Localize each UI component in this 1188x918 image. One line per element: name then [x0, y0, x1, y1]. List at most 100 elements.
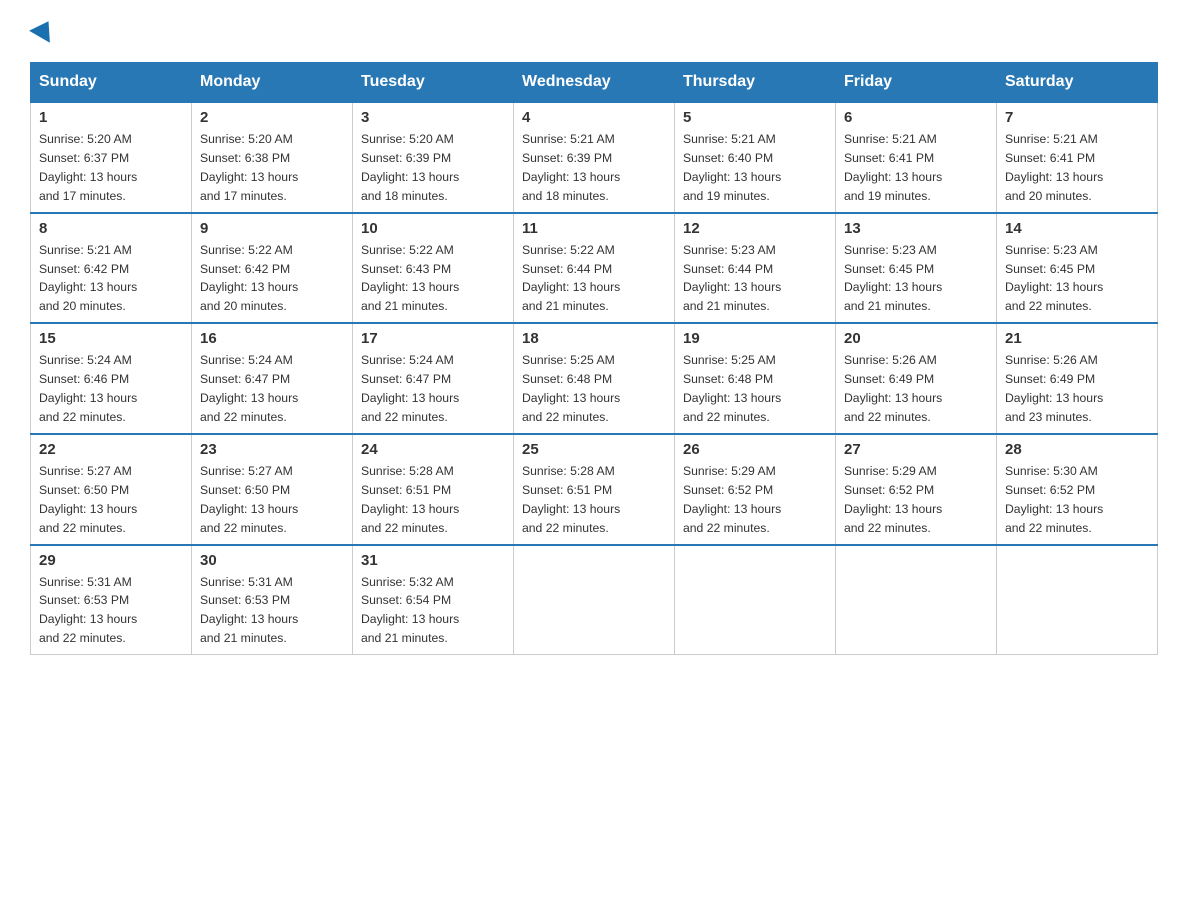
calendar-cell: 23 Sunrise: 5:27 AMSunset: 6:50 PMDayligh…: [192, 434, 353, 545]
calendar-cell: [514, 545, 675, 655]
day-number: 19: [683, 330, 827, 347]
calendar-cell: 20Sunrise: 5:26 AMSunset: 6:49 PMDayligh…: [836, 323, 997, 434]
cell-info: Sunrise: 5:24 AMSunset: 6:46 PMDaylight:…: [39, 351, 183, 427]
calendar-cell: 24 Sunrise: 5:28 AMSunset: 6:51 PMDayligh…: [353, 434, 514, 545]
day-number: 27: [844, 441, 988, 458]
weekday-header-thursday: Thursday: [675, 63, 836, 103]
calendar-cell: 27 Sunrise: 5:29 AMSunset: 6:52 PMDayligh…: [836, 434, 997, 545]
day-number: 30: [200, 552, 344, 569]
day-number: 9: [200, 220, 344, 237]
day-number: 7: [1005, 109, 1149, 126]
page-header: [30, 20, 1158, 42]
cell-info: Sunrise: 5:26 AMSunset: 6:49 PMDaylight:…: [844, 351, 988, 427]
cell-info: Sunrise: 5:21 AMSunset: 6:42 PMDaylight:…: [39, 241, 183, 317]
cell-info: Sunrise: 5:24 AMSunset: 6:47 PMDaylight:…: [361, 351, 505, 427]
calendar-cell: 26 Sunrise: 5:29 AMSunset: 6:52 PMDayligh…: [675, 434, 836, 545]
cell-info: Sunrise: 5:23 AMSunset: 6:44 PMDaylight:…: [683, 241, 827, 317]
day-number: 15: [39, 330, 183, 347]
day-number: 26: [683, 441, 827, 458]
calendar-cell: 10 Sunrise: 5:22 AMSunset: 6:43 PMDayligh…: [353, 213, 514, 324]
calendar-cell: 25 Sunrise: 5:28 AMSunset: 6:51 PMDayligh…: [514, 434, 675, 545]
calendar-cell: 17 Sunrise: 5:24 AMSunset: 6:47 PMDayligh…: [353, 323, 514, 434]
calendar-cell: 15 Sunrise: 5:24 AMSunset: 6:46 PMDayligh…: [31, 323, 192, 434]
weekday-header-wednesday: Wednesday: [514, 63, 675, 103]
logo: [30, 20, 56, 42]
day-number: 17: [361, 330, 505, 347]
cell-info: Sunrise: 5:27 AMSunset: 6:50 PMDaylight:…: [39, 462, 183, 538]
calendar-cell: 9 Sunrise: 5:22 AMSunset: 6:42 PMDaylight…: [192, 213, 353, 324]
day-number: 13: [844, 220, 988, 237]
cell-info: Sunrise: 5:21 AMSunset: 6:40 PMDaylight:…: [683, 130, 827, 206]
weekday-header-saturday: Saturday: [997, 63, 1158, 103]
cell-info: Sunrise: 5:21 AMSunset: 6:39 PMDaylight:…: [522, 130, 666, 206]
calendar-cell: 30 Sunrise: 5:31 AMSunset: 6:53 PMDayligh…: [192, 545, 353, 655]
cell-info: Sunrise: 5:21 AMSunset: 6:41 PMDaylight:…: [1005, 130, 1149, 206]
cell-info: Sunrise: 5:20 AMSunset: 6:38 PMDaylight:…: [200, 130, 344, 206]
calendar-cell: 28 Sunrise: 5:30 AMSunset: 6:52 PMDayligh…: [997, 434, 1158, 545]
day-number: 14: [1005, 220, 1149, 237]
calendar-cell: 31 Sunrise: 5:32 AMSunset: 6:54 PMDayligh…: [353, 545, 514, 655]
calendar-cell: 6 Sunrise: 5:21 AMSunset: 6:41 PMDaylight…: [836, 102, 997, 213]
day-number: 29: [39, 552, 183, 569]
day-number: 6: [844, 109, 988, 126]
day-number: 21: [1005, 330, 1149, 347]
calendar-cell: [997, 545, 1158, 655]
calendar-cell: 3 Sunrise: 5:20 AMSunset: 6:39 PMDaylight…: [353, 102, 514, 213]
cell-info: Sunrise: 5:22 AMSunset: 6:44 PMDaylight:…: [522, 241, 666, 317]
cell-info: Sunrise: 5:28 AMSunset: 6:51 PMDaylight:…: [522, 462, 666, 538]
calendar-cell: 14 Sunrise: 5:23 AMSunset: 6:45 PMDayligh…: [997, 213, 1158, 324]
calendar-week-row: 22Sunrise: 5:27 AMSunset: 6:50 PMDayligh…: [31, 434, 1158, 545]
weekday-header-tuesday: Tuesday: [353, 63, 514, 103]
day-number: 10: [361, 220, 505, 237]
day-number: 16: [200, 330, 344, 347]
cell-info: Sunrise: 5:29 AMSunset: 6:52 PMDaylight:…: [683, 462, 827, 538]
cell-info: Sunrise: 5:31 AMSunset: 6:53 PMDaylight:…: [39, 573, 183, 649]
day-number: 23: [200, 441, 344, 458]
day-number: 25: [522, 441, 666, 458]
cell-info: Sunrise: 5:29 AMSunset: 6:52 PMDaylight:…: [844, 462, 988, 538]
cell-info: Sunrise: 5:25 AMSunset: 6:48 PMDaylight:…: [683, 351, 827, 427]
calendar-cell: 21Sunrise: 5:26 AMSunset: 6:49 PMDayligh…: [997, 323, 1158, 434]
cell-info: Sunrise: 5:31 AMSunset: 6:53 PMDaylight:…: [200, 573, 344, 649]
cell-info: Sunrise: 5:22 AMSunset: 6:42 PMDaylight:…: [200, 241, 344, 317]
cell-info: Sunrise: 5:22 AMSunset: 6:43 PMDaylight:…: [361, 241, 505, 317]
day-number: 28: [1005, 441, 1149, 458]
calendar-cell: 4Sunrise: 5:21 AMSunset: 6:39 PMDaylight…: [514, 102, 675, 213]
weekday-header-sunday: Sunday: [31, 63, 192, 103]
cell-info: Sunrise: 5:30 AMSunset: 6:52 PMDaylight:…: [1005, 462, 1149, 538]
calendar-cell: 12 Sunrise: 5:23 AMSunset: 6:44 PMDayligh…: [675, 213, 836, 324]
cell-info: Sunrise: 5:21 AMSunset: 6:41 PMDaylight:…: [844, 130, 988, 206]
calendar-cell: 1Sunrise: 5:20 AMSunset: 6:37 PMDaylight…: [31, 102, 192, 213]
calendar-cell: [836, 545, 997, 655]
weekday-header-monday: Monday: [192, 63, 353, 103]
day-number: 3: [361, 109, 505, 126]
cell-info: Sunrise: 5:25 AMSunset: 6:48 PMDaylight:…: [522, 351, 666, 427]
cell-info: Sunrise: 5:23 AMSunset: 6:45 PMDaylight:…: [844, 241, 988, 317]
day-number: 12: [683, 220, 827, 237]
day-number: 31: [361, 552, 505, 569]
cell-info: Sunrise: 5:32 AMSunset: 6:54 PMDaylight:…: [361, 573, 505, 649]
day-number: 8: [39, 220, 183, 237]
cell-info: Sunrise: 5:27 AMSunset: 6:50 PMDaylight:…: [200, 462, 344, 538]
calendar-cell: 18 Sunrise: 5:25 AMSunset: 6:48 PMDayligh…: [514, 323, 675, 434]
logo-triangle-icon: [29, 15, 59, 43]
calendar-week-row: 8 Sunrise: 5:21 AMSunset: 6:42 PMDaylight…: [31, 213, 1158, 324]
day-number: 24: [361, 441, 505, 458]
cell-info: Sunrise: 5:20 AMSunset: 6:39 PMDaylight:…: [361, 130, 505, 206]
calendar-cell: 19 Sunrise: 5:25 AMSunset: 6:48 PMDayligh…: [675, 323, 836, 434]
weekday-header-row: SundayMondayTuesdayWednesdayThursdayFrid…: [31, 63, 1158, 103]
calendar-week-row: 29 Sunrise: 5:31 AMSunset: 6:53 PMDayligh…: [31, 545, 1158, 655]
day-number: 11: [522, 220, 666, 237]
day-number: 2: [200, 109, 344, 126]
calendar-cell: 16 Sunrise: 5:24 AMSunset: 6:47 PMDayligh…: [192, 323, 353, 434]
day-number: 18: [522, 330, 666, 347]
day-number: 1: [39, 109, 183, 126]
cell-info: Sunrise: 5:23 AMSunset: 6:45 PMDaylight:…: [1005, 241, 1149, 317]
calendar-cell: 29 Sunrise: 5:31 AMSunset: 6:53 PMDayligh…: [31, 545, 192, 655]
cell-info: Sunrise: 5:24 AMSunset: 6:47 PMDaylight:…: [200, 351, 344, 427]
calendar-cell: 7 Sunrise: 5:21 AMSunset: 6:41 PMDaylight…: [997, 102, 1158, 213]
cell-info: Sunrise: 5:28 AMSunset: 6:51 PMDaylight:…: [361, 462, 505, 538]
calendar-cell: 8 Sunrise: 5:21 AMSunset: 6:42 PMDaylight…: [31, 213, 192, 324]
calendar-cell: [675, 545, 836, 655]
calendar-cell: 2 Sunrise: 5:20 AMSunset: 6:38 PMDaylight…: [192, 102, 353, 213]
